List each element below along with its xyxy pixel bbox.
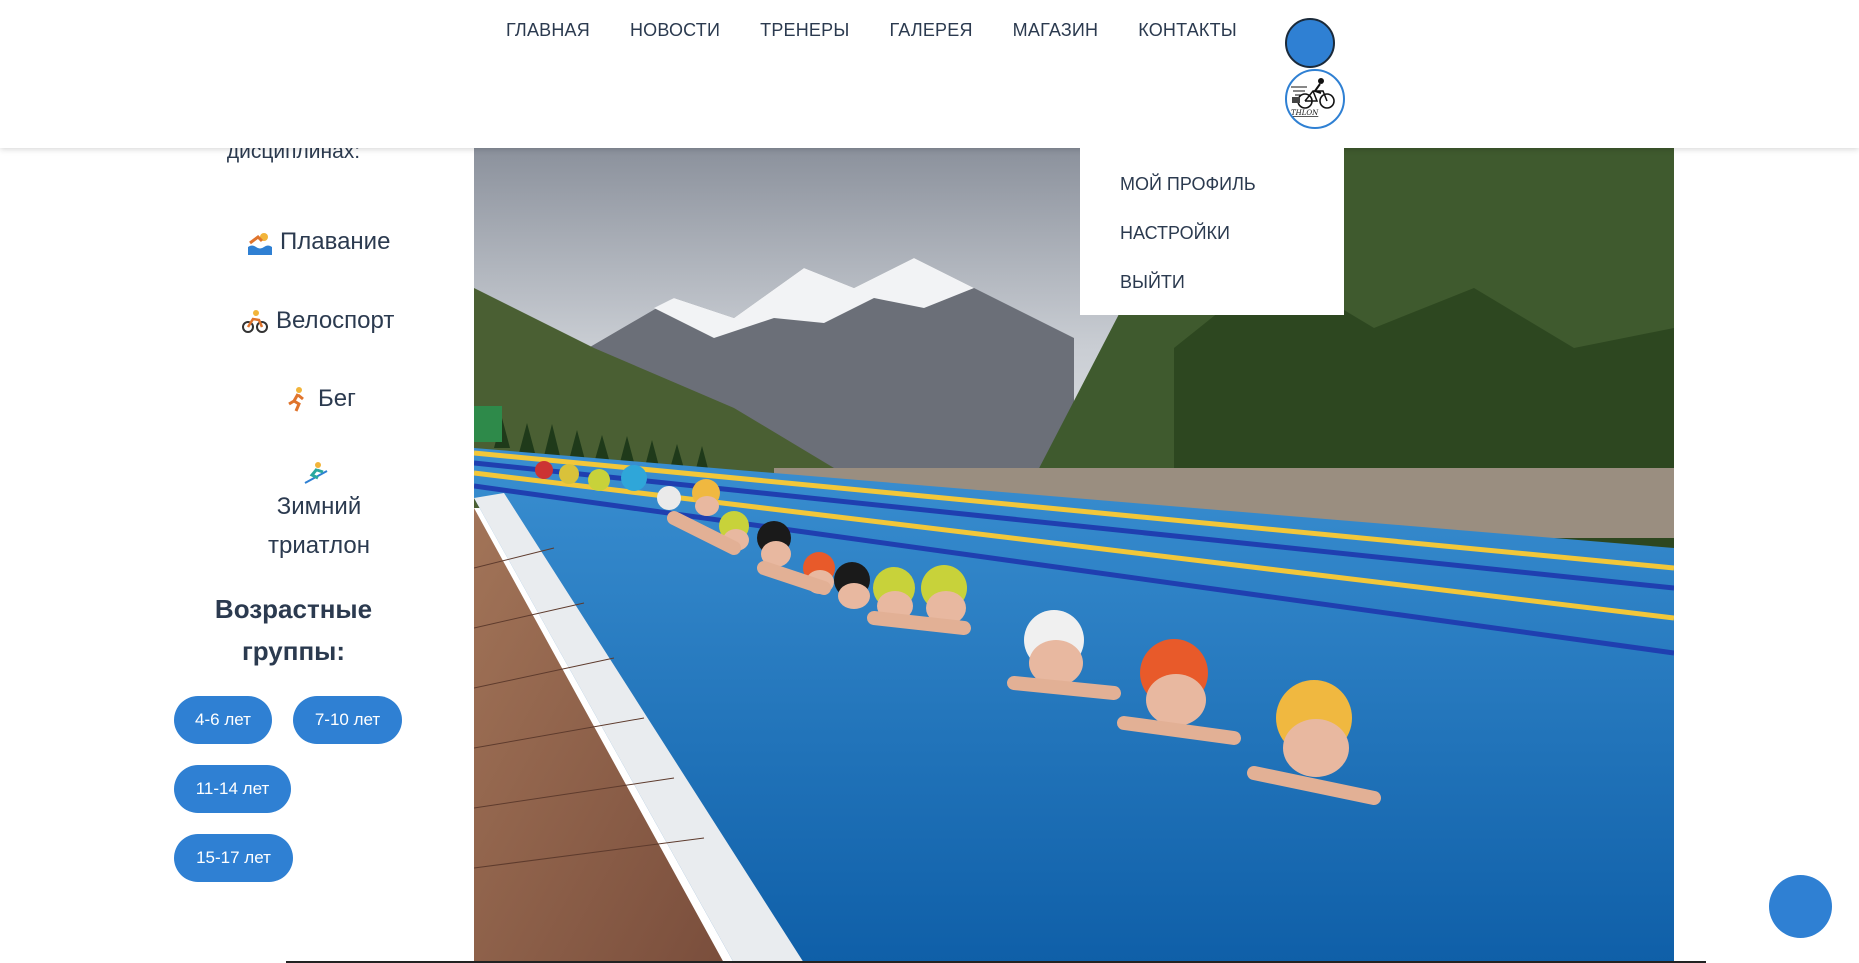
age-chip-11-14[interactable]: 11-14 лет xyxy=(174,765,291,813)
photo-illustration xyxy=(474,148,1674,963)
main-nav: ГЛАВНАЯ НОВОСТИ ТРЕНЕРЫ ГАЛЕРЕЯ МАГАЗИН … xyxy=(506,20,1237,41)
club-logo[interactable]: THLON xyxy=(1285,69,1345,129)
floating-chat-button[interactable] xyxy=(1769,875,1832,938)
discipline-label: Велоспорт xyxy=(276,307,395,334)
menu-item-settings[interactable]: НАСТРОЙКИ xyxy=(1080,209,1344,258)
user-avatar-button[interactable] xyxy=(1285,18,1335,68)
logo-text: THLON xyxy=(1291,109,1319,117)
pool-team-photo xyxy=(474,148,1674,963)
age-groups-heading: Возрастные группы: xyxy=(214,594,373,666)
discipline-cycling: Велоспорт xyxy=(242,307,394,335)
menu-item-logout[interactable]: ВЫЙТИ xyxy=(1080,258,1344,307)
discipline-label: Бег xyxy=(318,385,356,412)
site-header: ГЛАВНАЯ НОВОСТИ ТРЕНЕРЫ ГАЛЕРЕЯ МАГАЗИН … xyxy=(0,0,1859,148)
nav-coaches[interactable]: ТРЕНЕРЫ xyxy=(760,20,849,41)
discipline-winter-triathlon: Зимний триатлон xyxy=(236,461,396,565)
nav-home[interactable]: ГЛАВНАЯ xyxy=(506,20,590,41)
age-chip-15-17[interactable]: 15-17 лет xyxy=(174,834,293,882)
user-dropdown-menu: МОЙ ПРОФИЛЬ НАСТРОЙКИ ВЫЙТИ xyxy=(1080,148,1344,315)
skier-icon xyxy=(304,462,328,484)
nav-gallery[interactable]: ГАЛЕРЕЯ xyxy=(889,20,972,41)
nav-news[interactable]: НОВОСТИ xyxy=(630,20,720,41)
cyclist-icon xyxy=(242,310,268,333)
nav-shop[interactable]: МАГАЗИН xyxy=(1013,20,1099,41)
nav-contacts[interactable]: КОНТАКТЫ xyxy=(1138,20,1237,41)
cyclist-logo-icon: THLON xyxy=(1291,78,1335,117)
age-chip-4-6[interactable]: 4-6 лет xyxy=(174,696,272,744)
discipline-label: Зимний триатлон xyxy=(268,493,370,559)
discipline-label: Плавание xyxy=(280,228,391,255)
swimmer-icon xyxy=(248,233,272,255)
discipline-running: Бег xyxy=(284,385,356,413)
sidebar: дисциплинах: Плавание Велоспорт Бег Зимн… xyxy=(160,140,460,963)
runner-icon xyxy=(288,387,304,412)
age-chip-7-10[interactable]: 7-10 лет xyxy=(293,696,402,744)
discipline-swimming: Плавание xyxy=(246,228,390,256)
menu-item-profile[interactable]: МОЙ ПРОФИЛЬ xyxy=(1080,160,1344,209)
